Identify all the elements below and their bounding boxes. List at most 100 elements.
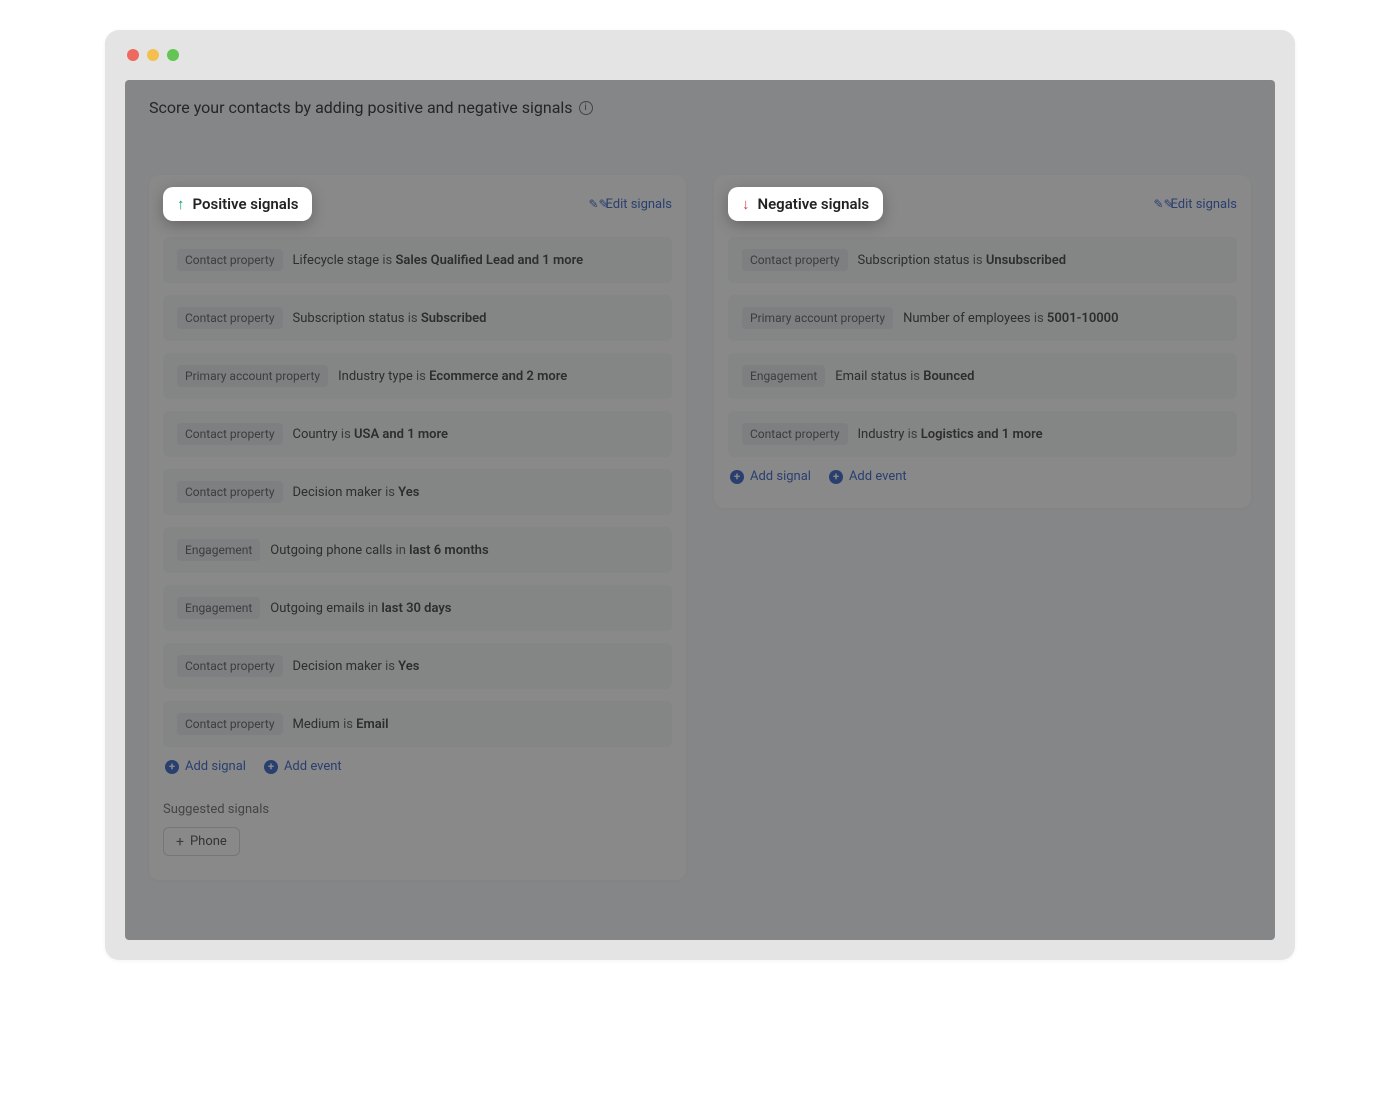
add-negative-event-button[interactable]: + Add event: [829, 469, 907, 484]
signal-description: Lifecycle stage is Sales Qualified Lead …: [293, 253, 584, 268]
signal-field: Industry type: [338, 369, 413, 384]
signal-description: Industry is Logistics and 1 more: [858, 427, 1043, 442]
signal-value: Ecommerce and 2 more: [429, 369, 567, 384]
signal-description: Decision maker is Yes: [293, 659, 420, 674]
signal-row[interactable]: Contact property Medium is Email: [163, 701, 672, 747]
signal-description: Country is USA and 1 more: [293, 427, 449, 442]
signal-row[interactable]: Contact propertyDecision maker is Yes: [163, 469, 672, 515]
signal-field: Industry: [858, 427, 905, 442]
page-header: Score your contacts by adding positive a…: [125, 80, 1275, 135]
signal-field: Medium: [293, 717, 340, 732]
signal-category-chip: Contact property: [177, 423, 283, 445]
signal-value: Logistics and 1 more: [921, 427, 1043, 442]
suggested-signal-chip[interactable]: + Phone: [163, 827, 240, 856]
signal-connector: is: [908, 427, 921, 442]
signal-row[interactable]: Contact property Decision maker is Yes: [163, 643, 672, 689]
signal-category-chip: Contact property: [177, 307, 283, 329]
signal-value: Yes: [398, 485, 419, 500]
signal-row[interactable]: Primary account property Number of employ…: [728, 295, 1237, 341]
negative-panel: ↓ Negative signals ✎ Edit signals Contac…: [714, 175, 1251, 508]
negative-add-links: + Add signal + Add event: [728, 469, 1237, 484]
add-positive-signal-button[interactable]: + Add signal: [165, 759, 246, 774]
signal-connector: in: [396, 543, 410, 558]
add-negative-signal-button[interactable]: + Add signal: [730, 469, 811, 484]
positive-panel: ↑ Positive signals ✎ Edit signals Contac…: [149, 175, 686, 880]
negative-signal-list: Contact property Subscription status is U…: [728, 237, 1237, 457]
negative-title-text: Negative signals: [758, 195, 870, 213]
edit-positive-signals-button[interactable]: ✎ Edit signals: [588, 197, 672, 212]
positive-panel-header: ↑ Positive signals ✎ Edit signals: [163, 187, 672, 221]
signal-row[interactable]: Contact property Lifecycle stage is Sales…: [163, 237, 672, 283]
signal-description: Subscription status is Unsubscribed: [858, 253, 1067, 268]
signal-row[interactable]: Contact property Subscription status is S…: [163, 295, 672, 341]
plus-circle-icon: +: [264, 760, 278, 774]
signal-row[interactable]: Contact property Country is USA and 1 mor…: [163, 411, 672, 457]
negative-title-chip: ↓ Negative signals: [728, 187, 883, 221]
signal-category-chip: Contact property: [742, 249, 848, 271]
signal-connector: is: [973, 253, 986, 268]
stage: Score your contacts by adding positive a…: [0, 0, 1400, 1100]
signal-row[interactable]: EngagementOutgoing emails in last 30 day…: [163, 585, 672, 631]
signal-row[interactable]: Engagement Email status is Bounced: [728, 353, 1237, 399]
signal-description: Outgoing phone calls in last 6 months: [270, 543, 488, 558]
signal-field: Number of employees: [903, 311, 1030, 326]
signal-row[interactable]: EngagementOutgoing phone calls in last 6…: [163, 527, 672, 573]
add-positive-event-button[interactable]: + Add event: [264, 759, 342, 774]
plus-circle-icon: +: [730, 470, 744, 484]
signal-description: Number of employees is 5001-10000: [903, 311, 1118, 326]
add-event-label: Add event: [284, 759, 342, 774]
signal-field: Subscription status: [858, 253, 970, 268]
signal-value: 5001-10000: [1047, 311, 1119, 326]
signal-value: Bounced: [923, 369, 974, 384]
signal-value: Email: [356, 717, 388, 732]
signal-field: Outgoing phone calls: [270, 543, 392, 558]
signal-connector: is: [416, 369, 429, 384]
page-title: Score your contacts by adding positive a…: [149, 98, 573, 117]
window-titlebar: [105, 30, 1295, 80]
edit-negative-signals-button[interactable]: ✎ Edit signals: [1153, 197, 1237, 212]
signal-connector: is: [382, 253, 395, 268]
positive-title-chip: ↑ Positive signals: [163, 187, 312, 221]
signal-connector: in: [368, 601, 382, 616]
signal-description: Subscription status is Subscribed: [293, 311, 487, 326]
add-signal-label: Add signal: [185, 759, 246, 774]
signal-row[interactable]: Contact property Subscription status is U…: [728, 237, 1237, 283]
signal-field: Decision maker: [293, 485, 382, 500]
signal-category-chip: Engagement: [742, 365, 825, 387]
app-area: Score your contacts by adding positive a…: [125, 80, 1275, 940]
signal-field: Outgoing emails: [270, 601, 364, 616]
negative-panel-header: ↓ Negative signals ✎ Edit signals: [728, 187, 1237, 221]
signal-value: Yes: [398, 659, 419, 674]
signal-category-chip: Contact property: [177, 655, 283, 677]
signal-description: Medium is Email: [293, 717, 389, 732]
signal-category-chip: Primary account property: [742, 307, 893, 329]
positive-signal-list: Contact property Lifecycle stage is Sales…: [163, 237, 672, 747]
signal-connector: is: [341, 427, 354, 442]
signal-field: Decision maker: [293, 659, 382, 674]
signal-value: Sales Qualified Lead and 1 more: [395, 253, 583, 268]
signal-description: Industry type is Ecommerce and 2 more: [338, 369, 567, 384]
signal-value: Unsubscribed: [986, 253, 1066, 268]
minimize-window-icon[interactable]: [147, 49, 159, 61]
arrow-down-icon: ↓: [742, 195, 750, 213]
signal-value: USA and 1 more: [354, 427, 448, 442]
signal-connector: is: [1034, 311, 1047, 326]
signal-category-chip: Primary account property: [177, 365, 328, 387]
add-signal-label: Add signal: [750, 469, 811, 484]
signal-row[interactable]: Contact property Industry is Logistics an…: [728, 411, 1237, 457]
signal-category-chip: Contact property: [177, 713, 283, 735]
plus-icon: +: [176, 835, 184, 849]
signal-value: last 6 months: [409, 543, 489, 558]
signal-description: Email status is Bounced: [835, 369, 974, 384]
suggested-signals-title: Suggested signals: [163, 802, 672, 817]
signal-category-chip: Contact property: [742, 423, 848, 445]
signal-category-chip: Contact property: [177, 249, 283, 271]
close-window-icon[interactable]: [127, 49, 139, 61]
info-icon[interactable]: i: [579, 101, 593, 115]
maximize-window-icon[interactable]: [167, 49, 179, 61]
arrow-up-icon: ↑: [177, 195, 185, 213]
edit-positive-label: Edit signals: [605, 197, 672, 212]
signal-row[interactable]: Primary account property Industry type is…: [163, 353, 672, 399]
signal-connector: is: [910, 369, 923, 384]
positive-title-text: Positive signals: [193, 195, 299, 213]
